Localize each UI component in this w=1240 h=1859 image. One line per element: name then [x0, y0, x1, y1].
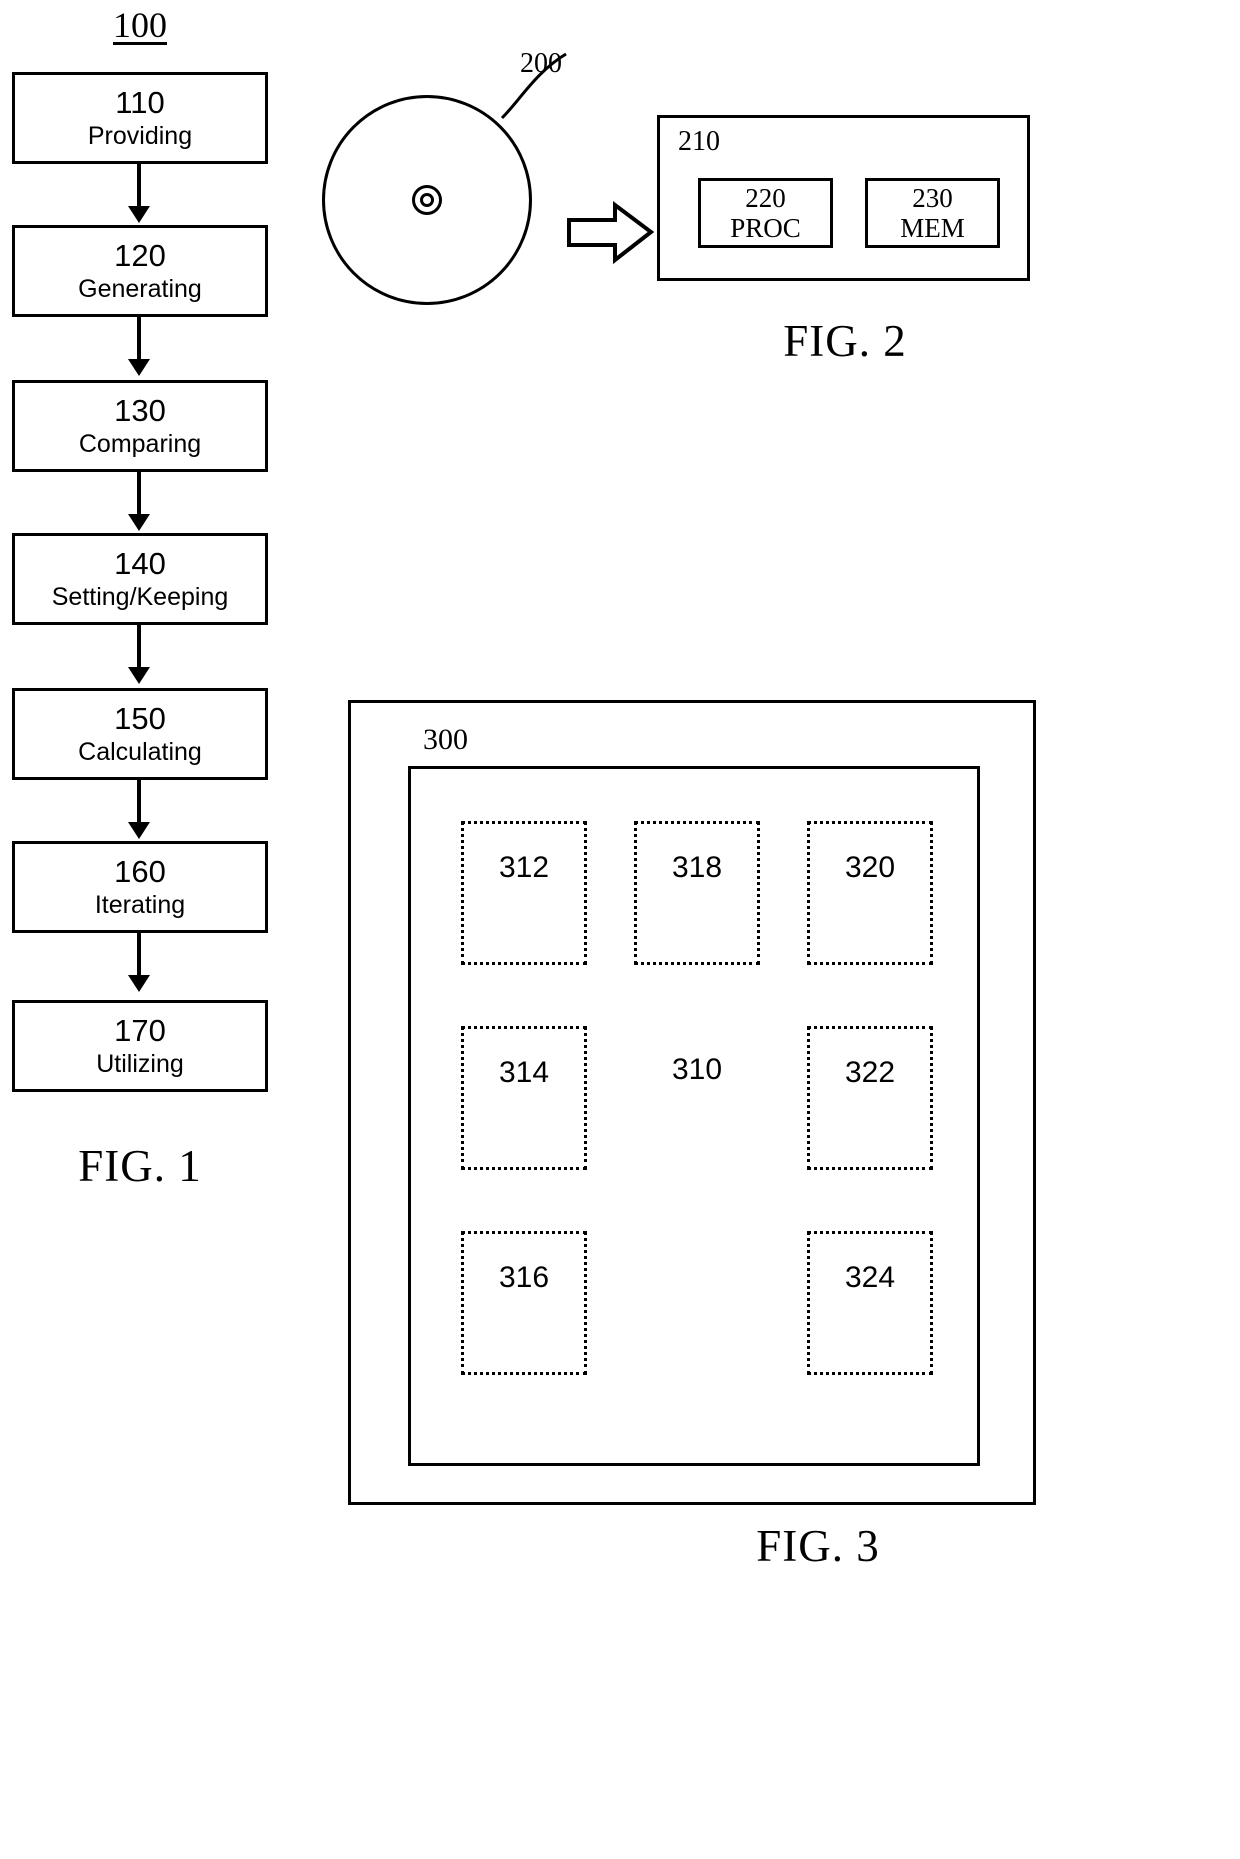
figure-sheet: 100 110 Providing 120 Generating 130 Com…: [0, 0, 1240, 1859]
fig3-caption: FIG. 3: [756, 1521, 880, 1571]
memory-block-label: MEM: [900, 212, 965, 243]
memory-block: 230 MEM: [865, 178, 1000, 248]
fig1-reference-numeral: 100: [113, 5, 167, 45]
fig3-cell-310-number: 310: [671, 1053, 723, 1086]
computer-system-box: 210 220 PROC 230 MEM: [657, 115, 1030, 281]
flow-step-130-label: Comparing: [78, 429, 202, 458]
figure-3: 300 312 318 320 314 310 322 316 324 FIG.…: [348, 700, 1240, 1859]
fig3-cell-322-number: 322: [844, 1056, 896, 1089]
processor-block-number: 220: [745, 182, 786, 213]
figure-1: 100 110 Providing 120 Generating 130 Com…: [0, 0, 300, 1250]
flow-step-130-number: 130: [114, 392, 166, 428]
flow-step-110-number: 110: [115, 84, 165, 120]
fig3-cell-320: 320: [807, 821, 933, 965]
flow-step-160-label: Iterating: [94, 890, 186, 919]
fig3-outer-reference-numeral: 300: [423, 723, 468, 756]
flow-arrowhead-120: [128, 206, 150, 223]
flow-step-120-label: Generating: [78, 274, 202, 303]
block-arrow-right-icon: [567, 201, 655, 265]
flow-step-150-label: Calculating: [78, 737, 202, 766]
flow-step-140: 140 Setting/Keeping: [12, 533, 268, 625]
optical-disc-icon: [322, 95, 532, 305]
fig2-system-reference-numeral: 210: [678, 126, 720, 157]
flow-step-140-label: Setting/Keeping: [51, 582, 229, 611]
flow-connector-130-140: [137, 472, 141, 517]
fig3-cell-314-number: 314: [498, 1056, 550, 1089]
fig3-cell-320-number: 320: [844, 851, 896, 884]
flow-step-110-label: Providing: [87, 121, 193, 150]
flow-step-160-number: 160: [114, 853, 166, 889]
flow-connector-150-160: [137, 780, 141, 825]
flow-step-130: 130 Comparing: [12, 380, 268, 472]
fig3-cell-310-center: 310: [634, 1026, 760, 1170]
fig3-outer-boundary: 300 312 318 320 314 310 322 316 324: [348, 700, 1036, 1505]
flow-arrowhead-170: [128, 975, 150, 992]
flow-arrowhead-140: [128, 514, 150, 531]
fig3-cell-324: 324: [807, 1231, 933, 1375]
flow-arrowhead-150: [128, 667, 150, 684]
processor-block: 220 PROC: [698, 178, 833, 248]
fig3-cell-318-number: 318: [671, 851, 723, 884]
flow-step-150: 150 Calculating: [12, 688, 268, 780]
flow-step-120-number: 120: [114, 237, 166, 273]
fig3-cell-318: 318: [634, 821, 760, 965]
flow-step-170-label: Utilizing: [96, 1049, 184, 1078]
memory-block-number: 230: [912, 182, 953, 213]
fig3-cell-324-number: 324: [844, 1261, 896, 1294]
fig3-cell-314: 314: [461, 1026, 587, 1170]
flow-step-160: 160 Iterating: [12, 841, 268, 933]
flow-connector-140-150: [137, 625, 141, 670]
flow-step-140-number: 140: [114, 545, 166, 581]
flow-connector-110-120: [137, 164, 141, 209]
fig2-disc-reference-numeral: 200: [520, 48, 562, 79]
flow-step-110: 110 Providing: [12, 72, 268, 164]
fig3-inner-boundary: 312 318 320 314 310 322 316 324: [408, 766, 980, 1466]
fig3-cell-312: 312: [461, 821, 587, 965]
fig3-cell-316-number: 316: [498, 1261, 550, 1294]
flow-connector-160-170: [137, 933, 141, 978]
flow-step-170: 170 Utilizing: [12, 1000, 268, 1092]
flow-step-120: 120 Generating: [12, 225, 268, 317]
figure-2: 200 210 220 PROC 230 MEM FIG. 2: [300, 40, 1100, 420]
fig2-caption: FIG. 2: [783, 316, 907, 366]
flow-connector-120-130: [137, 317, 141, 362]
fig1-caption: FIG. 1: [78, 1141, 202, 1191]
flow-arrowhead-160: [128, 822, 150, 839]
flow-step-150-number: 150: [114, 700, 166, 736]
fig3-cell-322: 322: [807, 1026, 933, 1170]
flow-step-170-number: 170: [114, 1012, 166, 1048]
flow-arrowhead-130: [128, 359, 150, 376]
processor-block-label: PROC: [730, 212, 801, 243]
fig3-cell-316: 316: [461, 1231, 587, 1375]
disc-center-hole: [420, 193, 434, 207]
fig3-cell-312-number: 312: [498, 851, 550, 884]
